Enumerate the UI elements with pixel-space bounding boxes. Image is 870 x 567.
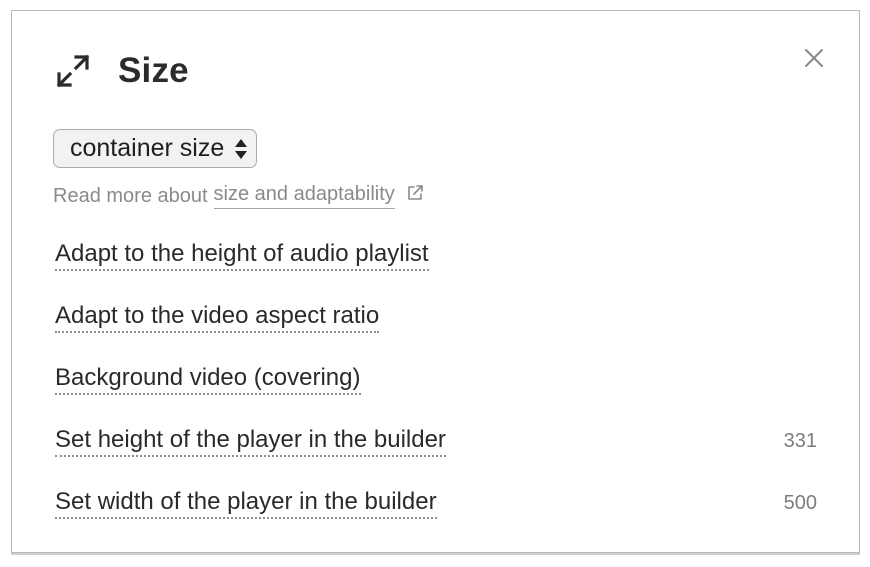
external-link-icon[interactable] xyxy=(406,184,424,202)
read-more-line: Read more about size and adaptability xyxy=(53,183,424,209)
option-set-player-width[interactable]: Set width of the player in the builder xyxy=(55,488,437,519)
panel-header: Size xyxy=(54,51,189,91)
player-height-value: 331 xyxy=(783,430,817,452)
option-adapt-audio-playlist[interactable]: Adapt to the height of audio playlist xyxy=(55,240,429,271)
option-background-video[interactable]: Background video (covering) xyxy=(55,364,361,395)
size-mode-select-value: container size xyxy=(70,134,225,162)
close-icon[interactable] xyxy=(803,47,825,69)
size-panel: Size container size Read more about size… xyxy=(11,10,860,555)
select-arrows-icon xyxy=(235,138,248,159)
player-width-value: 500 xyxy=(783,492,817,514)
size-mode-select[interactable]: container size xyxy=(53,129,258,168)
panel-title: Size xyxy=(118,51,189,90)
size-adaptability-link[interactable]: size and adaptability xyxy=(213,183,395,209)
option-set-player-height[interactable]: Set height of the player in the builder xyxy=(55,426,446,457)
option-adapt-video-aspect-ratio[interactable]: Adapt to the video aspect ratio xyxy=(55,302,380,333)
read-more-prefix: Read more about xyxy=(53,184,208,207)
expand-arrows-icon xyxy=(56,54,90,88)
